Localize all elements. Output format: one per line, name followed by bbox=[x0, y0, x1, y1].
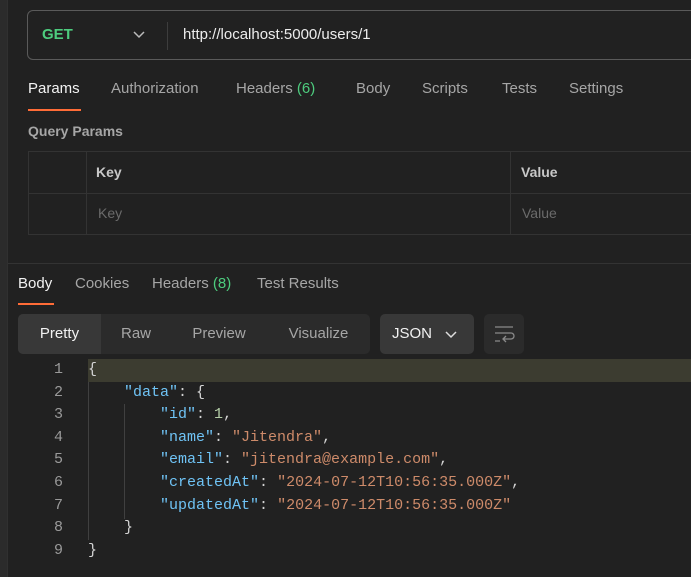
col-divider bbox=[86, 152, 87, 234]
chevron-down-icon[interactable] bbox=[132, 27, 146, 41]
code-line: 2 "data": { bbox=[0, 382, 691, 405]
json-key: "id" bbox=[160, 406, 197, 424]
tab-body[interactable]: Body bbox=[356, 80, 390, 97]
format-pretty[interactable]: Pretty bbox=[18, 314, 101, 354]
code-line: 4 "name": "Jitendra", bbox=[0, 427, 691, 450]
json-key: "createdAt" bbox=[160, 473, 260, 491]
format-tabs: Pretty Raw Preview Visualize bbox=[18, 314, 370, 354]
column-header-value: Value bbox=[521, 164, 558, 180]
tab-settings[interactable]: Settings bbox=[569, 80, 623, 97]
query-params-table: Key Value Key Value bbox=[28, 151, 691, 235]
line-number: 3 bbox=[53, 406, 63, 424]
tab-label: Authorization bbox=[111, 80, 199, 97]
line-number: 7 bbox=[53, 496, 63, 514]
divider bbox=[167, 22, 168, 50]
code-line: 7 "updatedAt": "2024-07-12T10:56:35.000Z… bbox=[0, 495, 691, 518]
json-key: "email" bbox=[160, 451, 224, 469]
json-string: "2024-07-12T10:56:35.000Z" bbox=[277, 496, 512, 514]
tab-scripts[interactable]: Scripts bbox=[422, 80, 468, 97]
request-url-bar: GET http://localhost:5000/users/1 bbox=[27, 10, 691, 60]
code-text: "name": "Jitendra", bbox=[160, 428, 332, 446]
param-key-input[interactable]: Key bbox=[98, 205, 122, 221]
code-text: } bbox=[88, 541, 98, 559]
line-number: 2 bbox=[53, 383, 63, 401]
column-header-key: Key bbox=[96, 164, 122, 180]
code-text: "createdAt": "2024-07-12T10:56:35.000Z", bbox=[160, 473, 521, 491]
language-label: JSON bbox=[392, 325, 433, 342]
json-string: "Jitendra" bbox=[232, 428, 323, 446]
tab-test-results[interactable]: Test Results bbox=[257, 275, 339, 292]
line-number: 9 bbox=[53, 541, 63, 559]
active-tab-indicator bbox=[28, 109, 81, 111]
tab-label: Cookies bbox=[75, 275, 130, 292]
wrap-lines-button[interactable] bbox=[484, 314, 524, 354]
tab-response-body[interactable]: Body bbox=[18, 275, 52, 292]
wrap-lines-icon bbox=[495, 326, 515, 343]
tab-label: Params bbox=[28, 80, 80, 97]
json-key: "name" bbox=[160, 428, 215, 446]
json-key: "updatedAt" bbox=[160, 496, 260, 514]
query-params-title: Query Params bbox=[28, 123, 123, 139]
response-body-editor[interactable]: 1 { 2 "data": { 3 "id": 1, 4 "name": "Ji… bbox=[0, 359, 691, 562]
headers-count: (6) bbox=[296, 80, 316, 97]
col-divider bbox=[510, 152, 511, 234]
code-text: "updatedAt": "2024-07-12T10:56:35.000Z" bbox=[160, 496, 512, 514]
active-tab-indicator bbox=[18, 303, 54, 305]
code-line: 8 } bbox=[0, 517, 691, 540]
code-text: "id": 1, bbox=[160, 406, 233, 424]
line-number: 1 bbox=[53, 361, 63, 378]
chevron-down-icon bbox=[445, 331, 457, 339]
tab-authorization[interactable]: Authorization bbox=[111, 80, 199, 97]
method-select[interactable]: GET bbox=[42, 11, 73, 59]
param-value-input[interactable]: Value bbox=[522, 205, 557, 221]
tab-label: Scripts bbox=[422, 80, 468, 97]
code-text: } bbox=[124, 519, 134, 537]
row-divider bbox=[29, 193, 691, 194]
tab-label: Body bbox=[18, 275, 53, 292]
code-line: 9 } bbox=[0, 540, 691, 563]
format-raw[interactable]: Raw bbox=[101, 314, 171, 354]
tab-response-headers[interactable]: Headers (8) bbox=[152, 275, 231, 292]
tab-label: Test Results bbox=[257, 275, 339, 292]
tab-label: Body bbox=[356, 80, 391, 97]
json-string: "jitendra@example.com" bbox=[241, 451, 440, 469]
code-line: 6 "createdAt": "2024-07-12T10:56:35.000Z… bbox=[0, 472, 691, 495]
line-number: 8 bbox=[53, 519, 63, 537]
code-line: 3 "id": 1, bbox=[0, 404, 691, 427]
tab-label: Settings bbox=[569, 80, 624, 97]
tab-label: Headers bbox=[236, 80, 293, 97]
line-number: 4 bbox=[53, 428, 63, 446]
language-select[interactable]: JSON bbox=[380, 314, 474, 354]
tab-headers[interactable]: Headers (6) bbox=[236, 80, 315, 97]
json-key: "data" bbox=[124, 383, 179, 401]
code-text: { bbox=[88, 359, 691, 382]
tab-label: Tests bbox=[502, 80, 538, 97]
pane-divider[interactable] bbox=[8, 263, 691, 264]
code-text: "data": { bbox=[124, 383, 206, 401]
json-number: 1 bbox=[214, 406, 224, 424]
tab-label: Headers bbox=[152, 275, 209, 292]
code-line: 5 "email": "jitendra@example.com", bbox=[0, 449, 691, 472]
json-string: "2024-07-12T10:56:35.000Z" bbox=[277, 473, 512, 491]
format-visualize[interactable]: Visualize bbox=[267, 314, 370, 354]
tab-params[interactable]: Params bbox=[28, 80, 80, 97]
sidebar-edge bbox=[0, 0, 8, 262]
headers-count: (8) bbox=[212, 275, 232, 292]
code-line: 1 { bbox=[0, 359, 691, 382]
tab-tests[interactable]: Tests bbox=[502, 80, 537, 97]
tab-cookies[interactable]: Cookies bbox=[75, 275, 129, 292]
url-input[interactable]: http://localhost:5000/users/1 bbox=[183, 11, 371, 59]
format-preview[interactable]: Preview bbox=[171, 314, 267, 354]
line-number: 6 bbox=[53, 473, 63, 491]
code-text: "email": "jitendra@example.com", bbox=[160, 451, 449, 469]
line-number: 5 bbox=[53, 451, 63, 469]
